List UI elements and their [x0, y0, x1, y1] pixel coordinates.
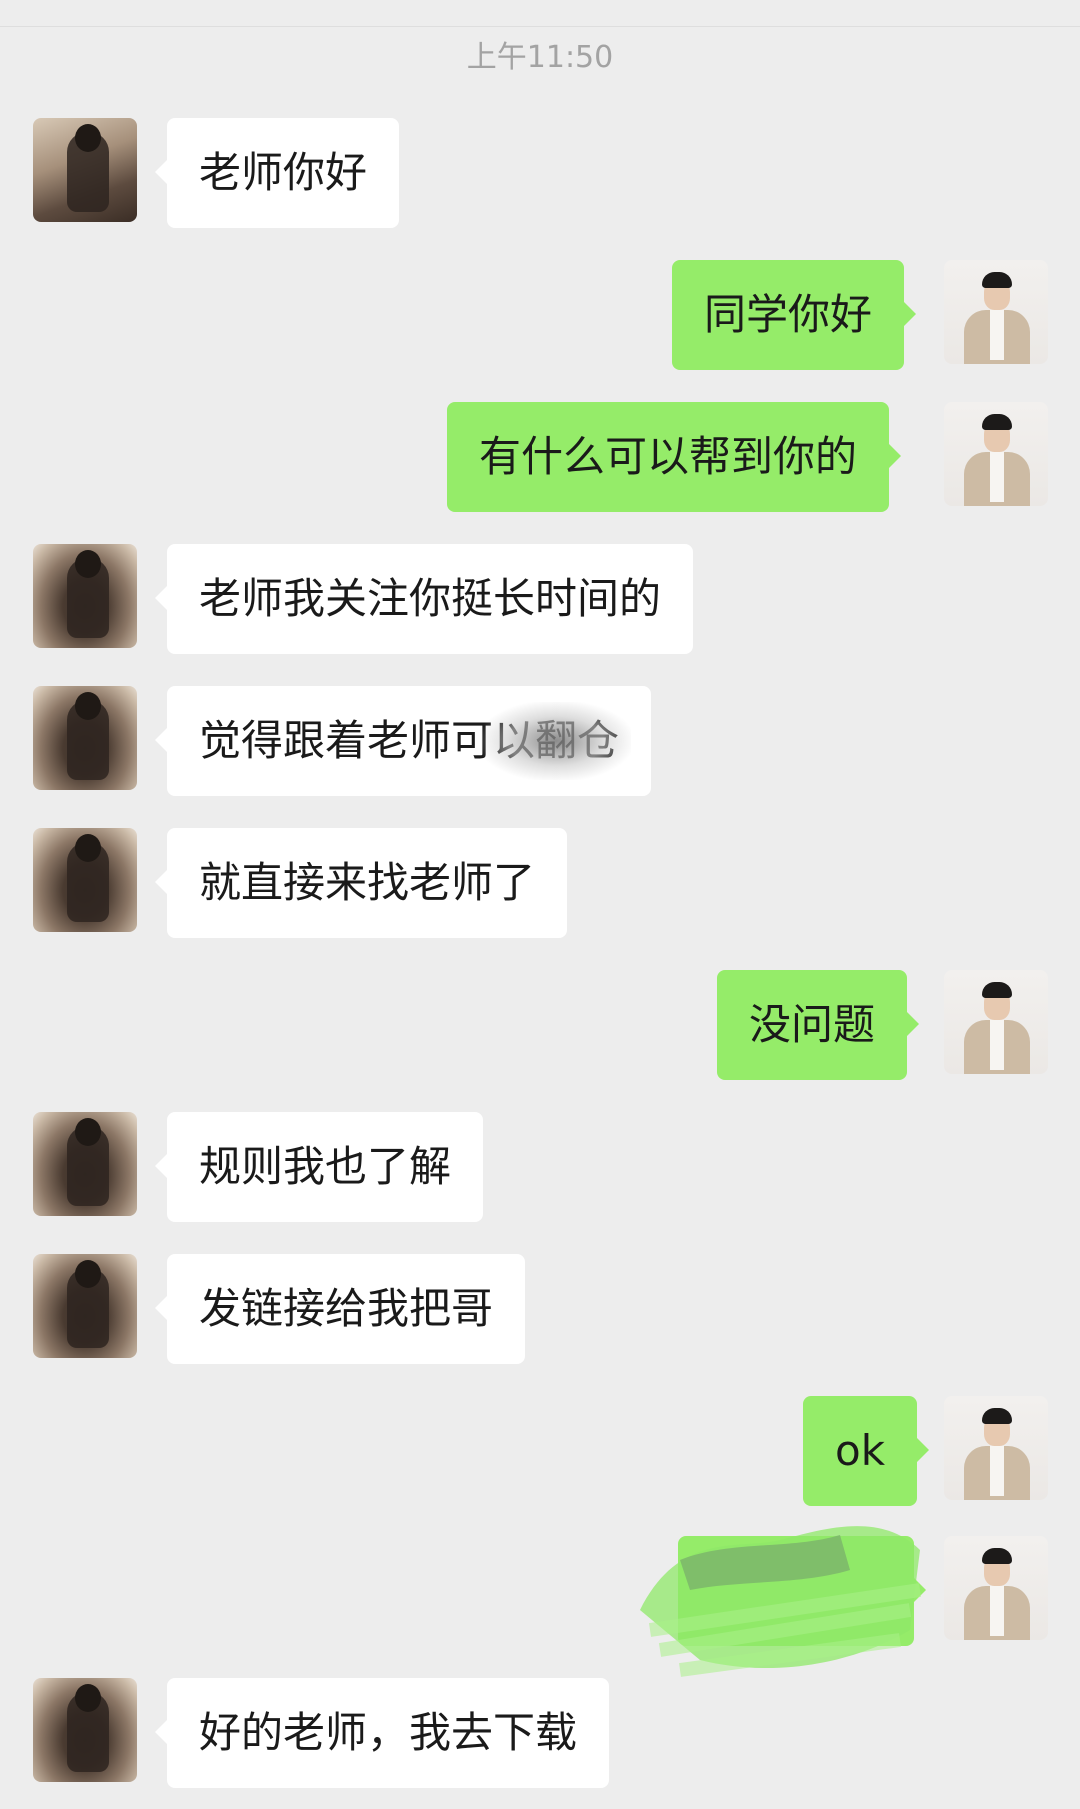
avatar-head [75, 550, 101, 578]
avatar-shirt [990, 452, 1004, 502]
incoming-message-bubble[interactable]: 规则我也了解 [154, 1112, 484, 1222]
outgoing-message-bubble[interactable]: 有什么可以帮到你的 [447, 402, 902, 512]
avatar-hair [982, 1548, 1012, 1564]
avatar-hair [982, 272, 1012, 288]
incoming-message-bubble[interactable]: 觉得跟着老师可以翻仓 [154, 686, 652, 796]
timestamp: 上午11:50 [466, 40, 614, 75]
incoming-avatar-icon[interactable] [33, 544, 137, 648]
incoming-message-bubble[interactable]: 老师我关注你挺长时间的 [154, 544, 694, 654]
outgoing-avatar-icon[interactable] [944, 970, 1048, 1074]
avatar-hair [982, 1408, 1012, 1424]
outgoing-message-bubble[interactable]: 没问题 [717, 970, 920, 1080]
incoming-message-bubble[interactable]: 就直接来找老师了 [154, 828, 568, 938]
incoming-message-bubble[interactable]: 老师你好 [154, 118, 400, 228]
avatar-shirt [990, 1446, 1004, 1496]
incoming-avatar-icon[interactable] [33, 1678, 137, 1782]
avatar-head [75, 692, 101, 720]
incoming-avatar-icon[interactable] [33, 1112, 137, 1216]
top-divider [0, 0, 1080, 27]
avatar-hair [982, 982, 1012, 998]
blur-redaction [481, 702, 632, 780]
incoming-message-bubble[interactable]: 好的老师，我去下载 [154, 1678, 610, 1788]
avatar-head [75, 124, 101, 152]
incoming-message-bubble[interactable]: 发链接给我把哥 [154, 1254, 526, 1364]
avatar-head [75, 1118, 101, 1146]
avatar-shirt [990, 310, 1004, 360]
outgoing-avatar-icon[interactable] [944, 402, 1048, 506]
incoming-avatar-icon[interactable] [33, 828, 137, 932]
avatar-shirt [990, 1586, 1004, 1636]
avatar-head [75, 1684, 101, 1712]
chat-screen: 上午11:50 老师你好 同学你好 有什么可以帮到你的 老师我关注你挺长时间的 … [0, 0, 1080, 1809]
incoming-avatar-icon[interactable] [33, 686, 137, 790]
green-scribble-redaction [640, 1526, 922, 1677]
avatar-head [75, 1260, 101, 1288]
outgoing-message-bubble[interactable]: 同学你好 [672, 260, 917, 370]
outgoing-avatar-icon[interactable] [944, 1396, 1048, 1500]
avatar-hair [982, 414, 1012, 430]
incoming-avatar-icon[interactable] [33, 118, 137, 222]
outgoing-avatar-icon[interactable] [944, 1536, 1048, 1640]
avatar-shirt [990, 1020, 1004, 1070]
avatar-head [75, 834, 101, 862]
outgoing-avatar-icon[interactable] [944, 260, 1048, 364]
incoming-avatar-icon[interactable] [33, 1254, 137, 1358]
